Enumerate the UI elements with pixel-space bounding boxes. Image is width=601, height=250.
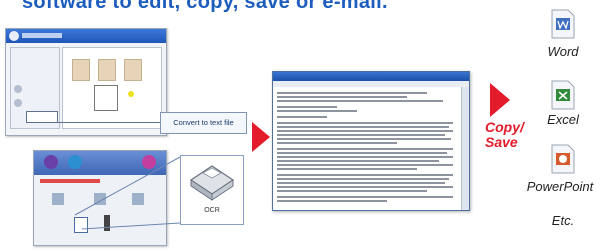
copy-label: Copy/ bbox=[485, 119, 524, 135]
ocr-label: OCR bbox=[204, 207, 220, 214]
save-label: Save bbox=[485, 134, 518, 150]
scanner-icon bbox=[189, 165, 235, 201]
headline: software to edit, copy, save or e-mail. bbox=[22, 0, 388, 13]
copy-save-label: Copy/ Save bbox=[485, 120, 524, 150]
word-icon bbox=[551, 9, 575, 39]
arrow-to-apps bbox=[490, 83, 510, 117]
text-document-window bbox=[272, 71, 470, 211]
document-scrollbar[interactable] bbox=[461, 87, 469, 210]
document-menu-bar bbox=[273, 81, 469, 87]
document-title-bar bbox=[273, 72, 469, 81]
convert-to-text-file-callout: Convert to text file bbox=[160, 112, 247, 134]
ocr-button-callout: OCR bbox=[180, 155, 244, 225]
convert-label: Convert to text file bbox=[173, 118, 234, 127]
excel-label: Excel bbox=[547, 112, 579, 127]
powerpoint-label: PowerPoint bbox=[526, 179, 594, 194]
zoom-lines bbox=[74, 156, 181, 230]
excel-icon bbox=[551, 80, 575, 110]
document-text-body bbox=[277, 90, 459, 204]
arrow-to-document bbox=[252, 122, 270, 152]
callout-connector bbox=[50, 122, 160, 123]
app-powerpoint bbox=[533, 144, 593, 179]
scanner-app-screenshot bbox=[5, 28, 167, 136]
etc-label: Etc. bbox=[551, 213, 575, 228]
word-label: Word bbox=[547, 44, 579, 59]
powerpoint-icon bbox=[551, 144, 575, 174]
app-word bbox=[538, 9, 588, 44]
app-excel bbox=[538, 80, 588, 115]
